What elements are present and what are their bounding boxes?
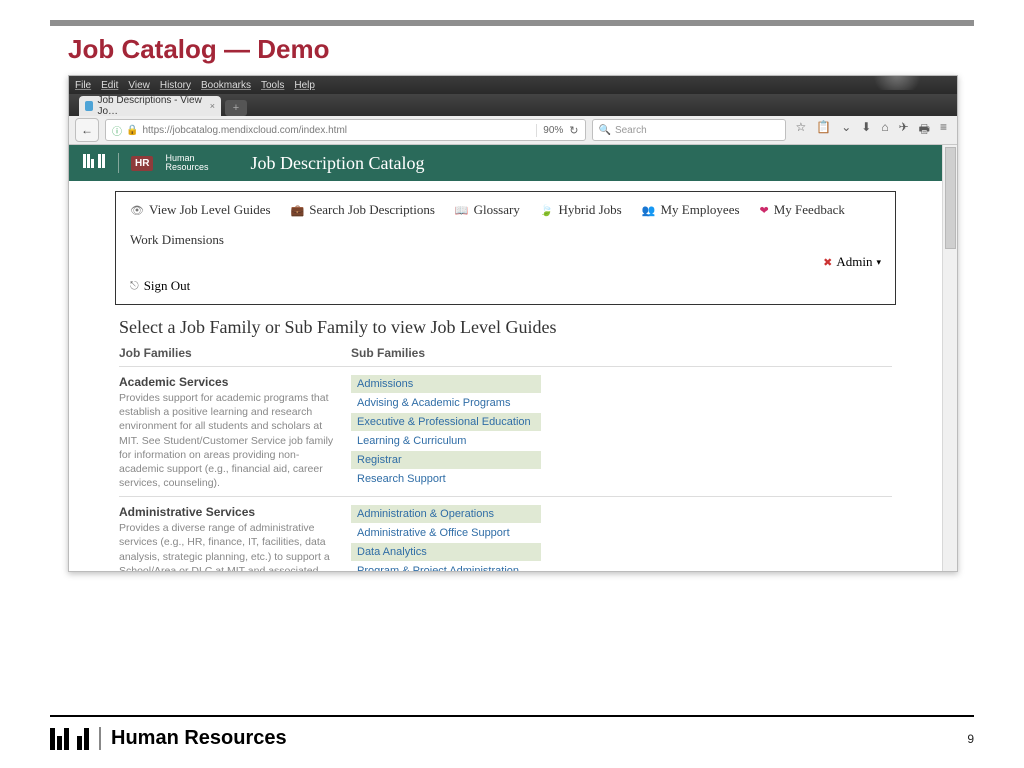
nav-search-descriptions[interactable]: 💼Search Job Descriptions (291, 202, 435, 218)
pocket-icon[interactable]: ⌄ (841, 120, 851, 141)
column-header-families: Job Families (119, 346, 351, 360)
family-title: Administrative Services (119, 505, 339, 519)
family-description: Provides a diverse range of administrati… (119, 521, 339, 572)
browser-search-input[interactable]: 🔍 Search (592, 119, 786, 141)
menu-view[interactable]: View (128, 80, 150, 91)
menu-bookmarks[interactable]: Bookmarks (201, 80, 251, 91)
family-row: Academic Services Provides support for a… (119, 366, 892, 490)
slide-footer: Human Resources 9 (50, 715, 974, 750)
lock-icon: 🔒 (126, 125, 138, 136)
leaf-icon: 🍃 (540, 204, 554, 217)
heart-icon: ❤ (760, 204, 769, 217)
reload-icon[interactable]: ↻ (569, 124, 578, 137)
nav-work-dimensions[interactable]: Work Dimensions (130, 232, 224, 248)
new-tab-button[interactable]: + (225, 100, 247, 116)
print-icon[interactable]: 🖶 (919, 120, 930, 141)
page-heading: Select a Job Family or Sub Family to vie… (119, 317, 892, 338)
url-text: https://jobcatalog.mendixcloud.com/index… (142, 125, 347, 136)
nav-sign-out[interactable]: ⎋Sign Out (130, 278, 881, 294)
bookmark-star-icon[interactable]: ☆ (796, 120, 807, 141)
signout-icon: ⎋ (130, 280, 139, 293)
nav-my-feedback[interactable]: ❤My Feedback (760, 202, 845, 218)
search-placeholder: Search (615, 125, 647, 136)
nav-hybrid-jobs[interactable]: 🍃Hybrid Jobs (540, 202, 622, 218)
mit-footer-logo-icon (50, 728, 89, 750)
column-header-subfamilies: Sub Families (351, 346, 541, 360)
mit-logo-icon (83, 154, 106, 173)
search-icon: 🔍 (599, 125, 611, 136)
nav-my-employees[interactable]: 👥My Employees (642, 202, 740, 218)
info-icon: ⓘ (112, 123, 122, 138)
subfamily-link[interactable]: Data Analytics (351, 543, 541, 562)
subfamily-link[interactable]: Research Support (351, 470, 541, 489)
family-description: Provides support for academic programs t… (119, 391, 339, 490)
eye-icon: 👁 (130, 204, 144, 217)
subfamily-link[interactable]: Administration & Operations (351, 505, 541, 524)
nav-box: 👁View Job Level Guides 💼Search Job Descr… (115, 191, 896, 305)
menu-edit[interactable]: Edit (101, 80, 118, 91)
slide-title: Job Catalog — Demo (68, 34, 974, 65)
briefcase-icon: 💼 (291, 204, 305, 217)
browser-tab[interactable]: Job Descriptions - View Jo… × (79, 96, 221, 116)
hr-badge: HR (131, 156, 153, 171)
footer-label: Human Resources (99, 727, 287, 750)
subfamily-link[interactable]: Learning & Curriculum (351, 432, 541, 451)
subfamily-link[interactable]: Registrar (351, 451, 541, 470)
favicon-icon (85, 101, 93, 111)
people-icon: 👥 (642, 204, 656, 217)
subfamily-link[interactable]: Admissions (351, 375, 541, 394)
family-title: Academic Services (119, 375, 339, 389)
home-icon[interactable]: ⌂ (881, 120, 888, 141)
chevron-down-icon: ▾ (876, 257, 881, 268)
book-icon: 📖 (455, 204, 469, 217)
slide-top-rule (50, 20, 974, 26)
tab-title: Job Descriptions - View Jo… (97, 96, 205, 116)
firefox-menubar: File Edit View History Bookmarks Tools H… (69, 76, 957, 94)
subfamily-link[interactable]: Program & Project Administration (351, 562, 541, 572)
hamburger-icon[interactable]: ≡ (940, 120, 947, 141)
tab-strip: Job Descriptions - View Jo… × + (69, 94, 957, 116)
nav-admin[interactable]: ✖Admin▾ (823, 254, 881, 270)
back-button[interactable]: ← (75, 118, 99, 142)
download-icon[interactable]: ⬇ (861, 120, 871, 141)
menu-tools[interactable]: Tools (261, 80, 284, 91)
nav-view-guides[interactable]: 👁View Job Level Guides (130, 202, 271, 218)
page-number: 9 (967, 732, 974, 746)
screenshot-frame: File Edit View History Bookmarks Tools H… (68, 75, 958, 572)
toolbar-icons: ☆ 📋 ⌄ ⬇ ⌂ ✈ 🖶 ≡ (792, 120, 952, 141)
subfamily-link[interactable]: Advising & Academic Programs (351, 394, 541, 413)
scrollbar-thumb[interactable] (945, 147, 956, 249)
zoom-level[interactable]: 90% (543, 125, 563, 136)
subfamily-link[interactable]: Executive & Professional Education (351, 413, 541, 432)
address-bar: ← ⓘ 🔒 https://jobcatalog.mendixcloud.com… (69, 116, 957, 145)
subfamily-link[interactable]: Administrative & Office Support (351, 524, 541, 543)
scrollbar[interactable] (942, 145, 957, 572)
app-header: HR HumanResources Job Description Catalo… (69, 145, 942, 181)
family-row: Administrative Services Provides a diver… (119, 496, 892, 572)
nav-glossary[interactable]: 📖Glossary (455, 202, 520, 218)
wrench-icon: ✖ (823, 256, 832, 269)
app-title: Job Description Catalog (250, 153, 424, 174)
clipboard-icon[interactable]: 📋 (816, 120, 831, 141)
menu-help[interactable]: Help (294, 80, 315, 91)
hr-label: HumanResources (165, 154, 208, 172)
menu-history[interactable]: History (160, 80, 191, 91)
tab-close-icon[interactable]: × (210, 101, 215, 111)
webpage-body: HR HumanResources Job Description Catalo… (69, 145, 942, 572)
send-icon[interactable]: ✈ (899, 120, 909, 141)
menu-file[interactable]: File (75, 80, 91, 91)
url-input[interactable]: ⓘ 🔒 https://jobcatalog.mendixcloud.com/i… (105, 119, 586, 141)
